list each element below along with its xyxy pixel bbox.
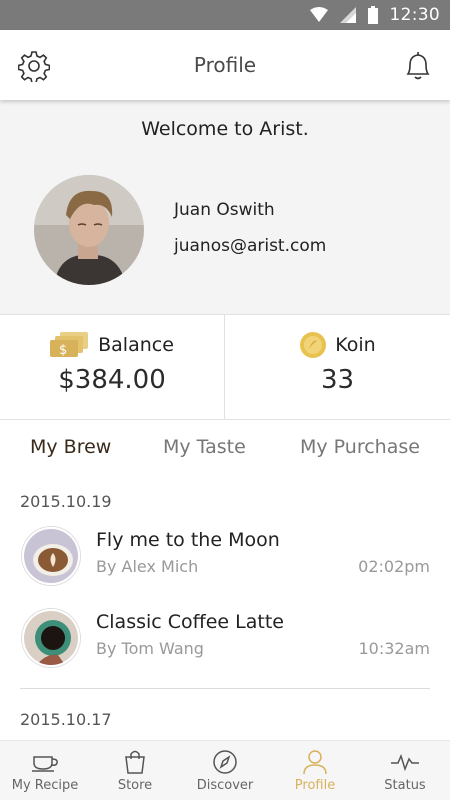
compass-icon	[213, 750, 237, 774]
recipe-time: 02:02pm	[358, 557, 430, 576]
recipe-title: Fly me to the Moon	[96, 529, 280, 551]
koin-value: 33	[320, 365, 355, 395]
welcome-text: Welcome to Arist.	[141, 118, 309, 140]
koin-label: Koin	[335, 334, 376, 356]
cup-icon	[32, 756, 58, 772]
bottom-nav: My Recipe Store Discover Profile Status	[0, 740, 450, 800]
latte-art-image	[24, 529, 78, 583]
signal-icon	[339, 7, 356, 23]
coffee-cup-image	[24, 611, 78, 665]
money-icon: $	[50, 332, 89, 358]
nav-my-recipe[interactable]: My Recipe	[0, 741, 90, 800]
recipe-author: By Tom Wang	[96, 639, 204, 658]
list-item[interactable]: Fly me to the Moon By Alex Mich 02:02pm	[0, 527, 450, 597]
avatar-photo	[34, 175, 144, 285]
battery-icon	[367, 6, 378, 24]
avatar[interactable]	[34, 175, 144, 285]
nav-label: Profile	[294, 778, 336, 793]
date-header: 2015.10.19	[20, 492, 112, 511]
recipe-thumbnail	[22, 527, 80, 585]
tab-my-purchase[interactable]: My Purchase	[300, 436, 420, 458]
person-icon	[303, 750, 327, 775]
nav-status[interactable]: Status	[360, 741, 450, 800]
nav-label: Discover	[196, 778, 254, 793]
date-header: 2015.10.17	[20, 710, 112, 729]
koin-card[interactable]: Koin 33	[225, 315, 450, 420]
page-title: Profile	[193, 53, 257, 77]
bell-icon	[406, 52, 430, 80]
recipe-author: By Alex Mich	[96, 557, 199, 576]
coin-icon	[300, 332, 327, 358]
wifi-icon	[309, 7, 328, 22]
balance-label-row: $ Balance	[0, 329, 224, 361]
nav-profile[interactable]: Profile	[270, 741, 360, 800]
app-header: Profile	[0, 30, 450, 100]
balance-label: Balance	[98, 334, 174, 356]
recipe-time: 10:32am	[358, 639, 431, 658]
status-time: 12:30	[389, 5, 440, 25]
recipe-thumbnail	[22, 609, 80, 667]
list-item[interactable]: Classic Coffee Latte By Tom Wang 10:32am	[0, 609, 450, 679]
tab-my-taste[interactable]: My Taste	[163, 436, 246, 458]
user-name: Juan Oswith	[174, 200, 275, 220]
notifications-button[interactable]	[404, 50, 432, 82]
bag-icon	[125, 750, 145, 774]
tab-bar: My Brew My Taste My Purchase	[0, 420, 450, 476]
recipe-title: Classic Coffee Latte	[96, 611, 284, 633]
profile-section: Welcome to Arist. Juan Oswith juanos@ari…	[0, 100, 450, 314]
user-email: juanos@arist.com	[174, 236, 327, 256]
stats-panel: $ Balance $384.00 Koin 33	[0, 314, 450, 420]
nav-label: Status	[384, 778, 426, 793]
balance-value: $384.00	[58, 365, 166, 395]
nav-discover[interactable]: Discover	[180, 741, 270, 800]
status-bar: 12:30	[0, 0, 450, 30]
nav-label: My Recipe	[11, 778, 79, 793]
pulse-icon	[391, 753, 419, 772]
balance-card[interactable]: $ Balance $384.00	[0, 315, 225, 420]
koin-label-row: Koin	[225, 329, 450, 361]
status-icons: 12:30	[309, 0, 441, 30]
nav-label: Store	[117, 778, 153, 793]
divider	[20, 688, 430, 689]
tab-my-brew[interactable]: My Brew	[30, 436, 111, 458]
svg-text:$: $	[59, 343, 67, 358]
nav-store[interactable]: Store	[90, 741, 180, 800]
